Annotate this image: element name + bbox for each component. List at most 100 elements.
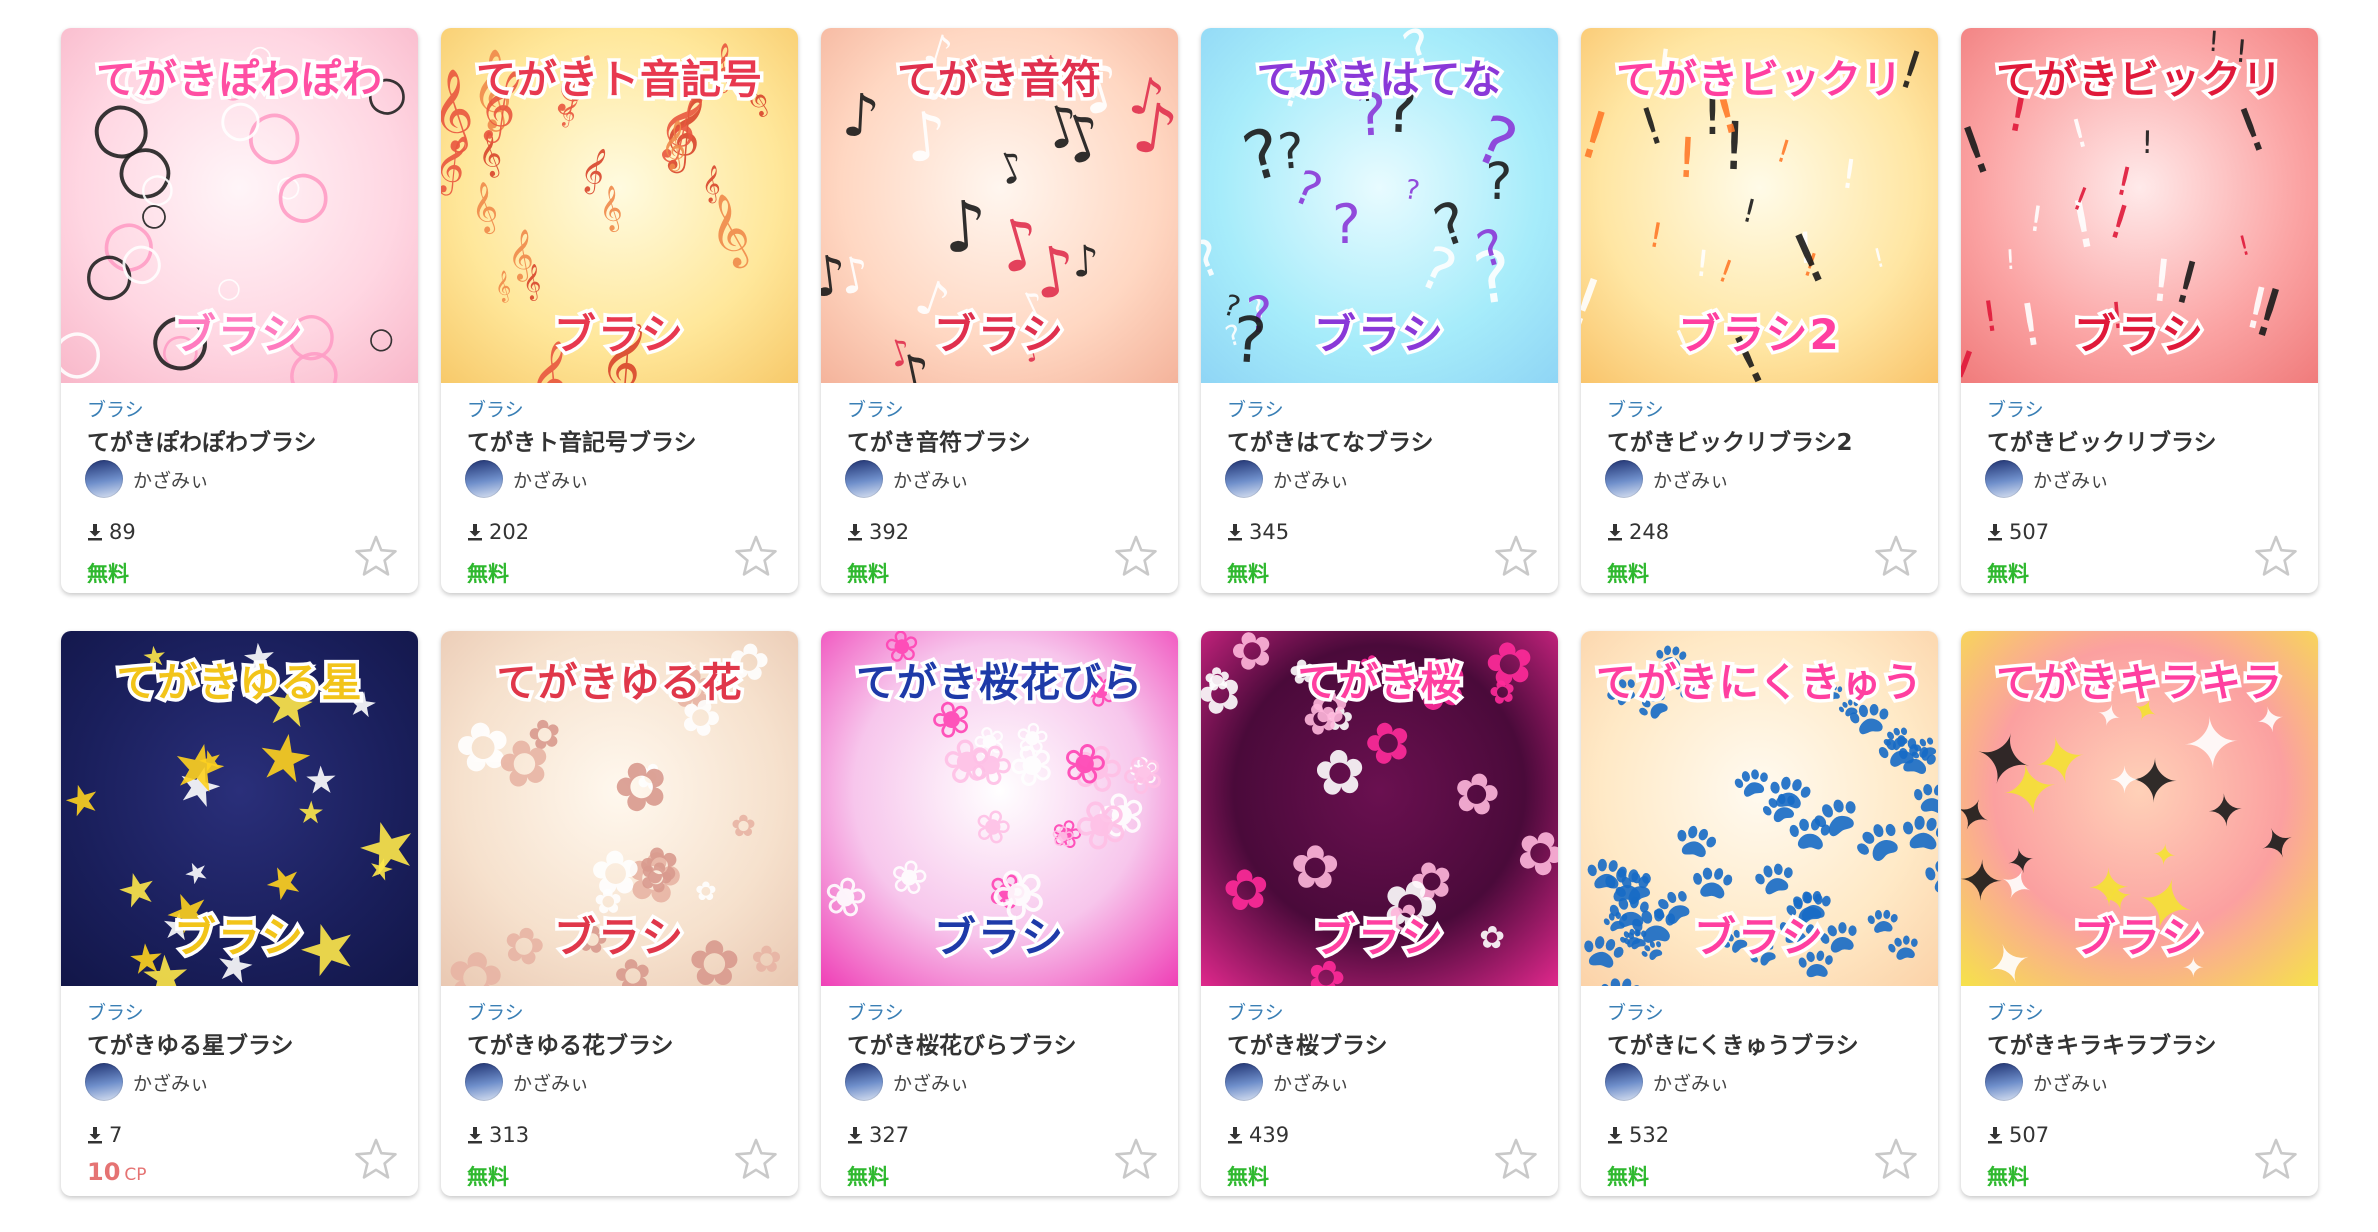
author[interactable]: かざみぃ bbox=[1985, 1063, 2109, 1101]
author[interactable]: かざみぃ bbox=[1225, 1063, 1349, 1101]
material-card[interactable]: !!!!!!!!!!!!!!!!!!!!!! てがきビックリ ブラシ ブラシ て… bbox=[1961, 28, 2318, 593]
thumbnail-image[interactable]: 🐾 🐾 🐾 🐾 🐾 🐾 🐾 🐾 🐾 🐾 🐾 🐾 🐾 🐾 🐾 🐾 🐾 🐾 🐾 🐾 🐾 🐾 てがきにくきゅう ブラシ bbox=[1581, 631, 1938, 986]
author-name[interactable]: かざみぃ bbox=[133, 1069, 209, 1096]
material-name[interactable]: てがき桜ブラシ bbox=[1227, 1026, 1388, 1060]
thumbnail-image[interactable]: ○ ○ ○ ○ ○ ○ ○ ○ ○ ○ ○ ○ ○ ○ ○ ○ ○ ○ ○ ○ ○ ○ てがきぽわぽわ ブラシ bbox=[61, 28, 418, 383]
category-link[interactable]: ブラシ bbox=[467, 998, 524, 1025]
category-link[interactable]: ブラシ bbox=[1607, 395, 1664, 422]
material-card[interactable]: 🐾 🐾 🐾 🐾 🐾 🐾 🐾 🐾 🐾 🐾 🐾 🐾 🐾 🐾 🐾 🐾 🐾 🐾 🐾 🐾 🐾 🐾 てがきにくきゅう ブラシ ブラシ … bbox=[1581, 631, 1938, 1196]
author[interactable]: かざみぃ bbox=[845, 1063, 969, 1101]
material-name[interactable]: てがきビックリブラシ2 bbox=[1607, 423, 1853, 457]
avatar[interactable] bbox=[85, 460, 123, 498]
avatar[interactable] bbox=[465, 1063, 503, 1101]
avatar[interactable] bbox=[1225, 1063, 1263, 1101]
favorite-star-icon[interactable] bbox=[1494, 534, 1538, 578]
thumbnail-image[interactable]: ❀ ❀ ❀ ❀ ❀ ❀ ❀ ❀ ❀ ❀ ❀ ❀ ❀ ❀ ❀ ❀ ❀ ❀ ❀ ❀ ❀ ❀ てがき桜花びら ブラシ bbox=[821, 631, 1178, 986]
category-link[interactable]: ブラシ bbox=[467, 395, 524, 422]
author-name[interactable]: かざみぃ bbox=[893, 466, 969, 493]
category-link[interactable]: ブラシ bbox=[1227, 998, 1284, 1025]
category-link[interactable]: ブラシ bbox=[847, 998, 904, 1025]
author[interactable]: かざみぃ bbox=[465, 460, 589, 498]
thumbnail-image[interactable]: ♪ ♪ ♪ ♪ ♪ ♪ ♪ ♪ ♪ ♪ ♪ ♪ ♪ ♪ ♪ ♪ ♪ ♪ ♪ ♪ ♪ ♪ てがき音符 ブラシ bbox=[821, 28, 1178, 383]
material-card[interactable]: 𝄞 𝄞 𝄞 𝄞 𝄞 𝄞 𝄞 𝄞 𝄞 𝄞 𝄞 𝄞 𝄞 𝄞 𝄞 𝄞 𝄞 𝄞 𝄞 𝄞 𝄞 𝄞 てがきト音記号 ブラシ ブラシ て… bbox=[441, 28, 798, 593]
thumbnail-title: てがきキラキラ bbox=[1993, 660, 2286, 707]
favorite-star-icon[interactable] bbox=[1494, 1137, 1538, 1181]
favorite-star-icon[interactable] bbox=[2254, 1137, 2298, 1181]
material-name[interactable]: てがきゆる星ブラシ bbox=[87, 1026, 294, 1060]
author[interactable]: かざみぃ bbox=[85, 460, 209, 498]
author[interactable]: かざみぃ bbox=[1605, 460, 1729, 498]
material-name[interactable]: てがきゆる花ブラシ bbox=[467, 1026, 674, 1060]
material-card[interactable]: !!!!!!!!!!!!!!!!!!!!!! てがきビックリ ブラシ2 ブラシ … bbox=[1581, 28, 1938, 593]
author[interactable]: かざみぃ bbox=[1605, 1063, 1729, 1101]
category-link[interactable]: ブラシ bbox=[1227, 395, 1284, 422]
favorite-star-icon[interactable] bbox=[1874, 534, 1918, 578]
author-name[interactable]: かざみぃ bbox=[1273, 466, 1349, 493]
favorite-star-icon[interactable] bbox=[1114, 1137, 1158, 1181]
material-card[interactable]: ?????????????????????? てがきはてな ブラシ ブラシ てが… bbox=[1201, 28, 1558, 593]
thumbnail-image[interactable]: ★ ★ ★ ★ ★ ★ ★ ★ ★ ★ ★ ★ ★ ★ ★ ★ ★ ★ ★ ★ ★ ★ てがきゆる星 ブラシ bbox=[61, 631, 418, 986]
author[interactable]: かざみぃ bbox=[465, 1063, 589, 1101]
avatar[interactable] bbox=[1225, 460, 1263, 498]
author[interactable]: かざみぃ bbox=[85, 1063, 209, 1101]
avatar[interactable] bbox=[845, 1063, 883, 1101]
favorite-star-icon[interactable] bbox=[734, 534, 778, 578]
material-name[interactable]: てがきぽわぽわブラシ bbox=[87, 423, 317, 457]
thumbnail-image[interactable]: ✦ ✦ ✦ ✦ ✦ ✦ ✦ ✦ ✦ ✦ ✦ ✦ ✦ ✦ ✦ ✦ ✦ ✦ ✦ ✦ ✦ ✦ てがきキラキラ ブラシ bbox=[1961, 631, 2318, 986]
author-name[interactable]: かざみぃ bbox=[2033, 1069, 2109, 1096]
favorite-star-icon[interactable] bbox=[734, 1137, 778, 1181]
material-card[interactable]: ★ ★ ★ ★ ★ ★ ★ ★ ★ ★ ★ ★ ★ ★ ★ ★ ★ ★ ★ ★ ★ ★ てがきゆる星 ブラシ ブラシ てが… bbox=[61, 631, 418, 1196]
author-name[interactable]: かざみぃ bbox=[893, 1069, 969, 1096]
author-name[interactable]: かざみぃ bbox=[513, 466, 589, 493]
material-name[interactable]: てがきト音記号ブラシ bbox=[467, 423, 697, 457]
category-link[interactable]: ブラシ bbox=[1607, 998, 1664, 1025]
favorite-star-icon[interactable] bbox=[354, 534, 398, 578]
material-card[interactable]: ❀ ❀ ❀ ❀ ❀ ❀ ❀ ❀ ❀ ❀ ❀ ❀ ❀ ❀ ❀ ❀ ❀ ❀ ❀ ❀ ❀ ❀ てがき桜花びら ブラシ ブラシ て… bbox=[821, 631, 1178, 1196]
author-name[interactable]: かざみぃ bbox=[1653, 466, 1729, 493]
avatar[interactable] bbox=[465, 460, 503, 498]
thumbnail-image[interactable]: ✿ ✿ ✿ ✿ ✿ ✿ ✿ ✿ ✿ ✿ ✿ ✿ ✿ ✿ ✿ ✿ ✿ ✿ ✿ ✿ ✿ ✿ てがき桜 ブラシ bbox=[1201, 631, 1558, 986]
material-name[interactable]: てがき音符ブラシ bbox=[847, 423, 1031, 457]
favorite-star-icon[interactable] bbox=[354, 1137, 398, 1181]
material-name[interactable]: てがきキラキラブラシ bbox=[1987, 1026, 2217, 1060]
material-card[interactable]: ✦ ✦ ✦ ✦ ✦ ✦ ✦ ✦ ✦ ✦ ✦ ✦ ✦ ✦ ✦ ✦ ✦ ✦ ✦ ✦ ✦ ✦ てがきキラキラ ブラシ ブラシ て… bbox=[1961, 631, 2318, 1196]
author-name[interactable]: かざみぃ bbox=[133, 466, 209, 493]
material-name[interactable]: てがきはてなブラシ bbox=[1227, 423, 1434, 457]
material-card[interactable]: ✿ ✿ ✿ ✿ ✿ ✿ ✿ ✿ ✿ ✿ ✿ ✿ ✿ ✿ ✿ ✿ ✿ ✿ ✿ ✿ ✿ ✿ てがき桜 ブラシ ブラシ てがき桜… bbox=[1201, 631, 1558, 1196]
thumbnail-image[interactable]: !!!!!!!!!!!!!!!!!!!!!! てがきビックリ ブラシ bbox=[1961, 28, 2318, 383]
decoration-glyph: ! bbox=[2004, 244, 2017, 277]
material-card[interactable]: ♪ ♪ ♪ ♪ ♪ ♪ ♪ ♪ ♪ ♪ ♪ ♪ ♪ ♪ ♪ ♪ ♪ ♪ ♪ ♪ ♪ ♪ てがき音符 ブラシ ブラシ てがき… bbox=[821, 28, 1178, 593]
decoration-glyph: ! bbox=[1674, 125, 1700, 191]
category-link[interactable]: ブラシ bbox=[87, 395, 144, 422]
material-card[interactable]: ○ ○ ○ ○ ○ ○ ○ ○ ○ ○ ○ ○ ○ ○ ○ ○ ○ ○ ○ ○ ○ ○ てがきぽわぽわ ブラシ ブラシ て… bbox=[61, 28, 418, 593]
material-name[interactable]: てがきビックリブラシ bbox=[1987, 423, 2217, 457]
thumbnail-image[interactable]: 𝄞 𝄞 𝄞 𝄞 𝄞 𝄞 𝄞 𝄞 𝄞 𝄞 𝄞 𝄞 𝄞 𝄞 𝄞 𝄞 𝄞 𝄞 𝄞 𝄞 𝄞 𝄞 てがきト音記号 ブラシ bbox=[441, 28, 798, 383]
author[interactable]: かざみぃ bbox=[1225, 460, 1349, 498]
avatar[interactable] bbox=[1605, 1063, 1643, 1101]
avatar[interactable] bbox=[1985, 1063, 2023, 1101]
material-name[interactable]: てがきにくきゅうブラシ bbox=[1607, 1026, 1859, 1060]
avatar[interactable] bbox=[1605, 460, 1643, 498]
category-link[interactable]: ブラシ bbox=[1987, 998, 2044, 1025]
thumbnail-image[interactable]: ?????????????????????? てがきはてな ブラシ bbox=[1201, 28, 1558, 383]
material-name[interactable]: てがき桜花びらブラシ bbox=[847, 1026, 1077, 1060]
favorite-star-icon[interactable] bbox=[2254, 534, 2298, 578]
thumbnail-image[interactable]: !!!!!!!!!!!!!!!!!!!!!! てがきビックリ ブラシ2 bbox=[1581, 28, 1938, 383]
material-card[interactable]: ✿ ✿ ✿ ✿ ✿ ✿ ✿ ✿ ✿ ✿ ✿ ✿ ✿ ✿ ✿ ✿ ✿ ✿ ✿ ✿ ✿ ✿ てがきゆる花 ブラシ ブラシ てが… bbox=[441, 631, 798, 1196]
category-link[interactable]: ブラシ bbox=[1987, 395, 2044, 422]
author-name[interactable]: かざみぃ bbox=[513, 1069, 589, 1096]
category-link[interactable]: ブラシ bbox=[847, 395, 904, 422]
avatar[interactable] bbox=[845, 460, 883, 498]
author[interactable]: かざみぃ bbox=[1985, 460, 2109, 498]
author-name[interactable]: かざみぃ bbox=[1273, 1069, 1349, 1096]
avatar[interactable] bbox=[85, 1063, 123, 1101]
avatar[interactable] bbox=[1985, 460, 2023, 498]
category-link[interactable]: ブラシ bbox=[87, 998, 144, 1025]
favorite-star-icon[interactable] bbox=[1114, 534, 1158, 578]
author[interactable]: かざみぃ bbox=[845, 460, 969, 498]
decoration-glyph: ! bbox=[2235, 230, 2254, 263]
author-name[interactable]: かざみぃ bbox=[1653, 1069, 1729, 1096]
author-name[interactable]: かざみぃ bbox=[2033, 466, 2109, 493]
favorite-star-icon[interactable] bbox=[1874, 1137, 1918, 1181]
thumbnail-image[interactable]: ✿ ✿ ✿ ✿ ✿ ✿ ✿ ✿ ✿ ✿ ✿ ✿ ✿ ✿ ✿ ✿ ✿ ✿ ✿ ✿ ✿ ✿ てがきゆる花 ブラシ bbox=[441, 631, 798, 986]
